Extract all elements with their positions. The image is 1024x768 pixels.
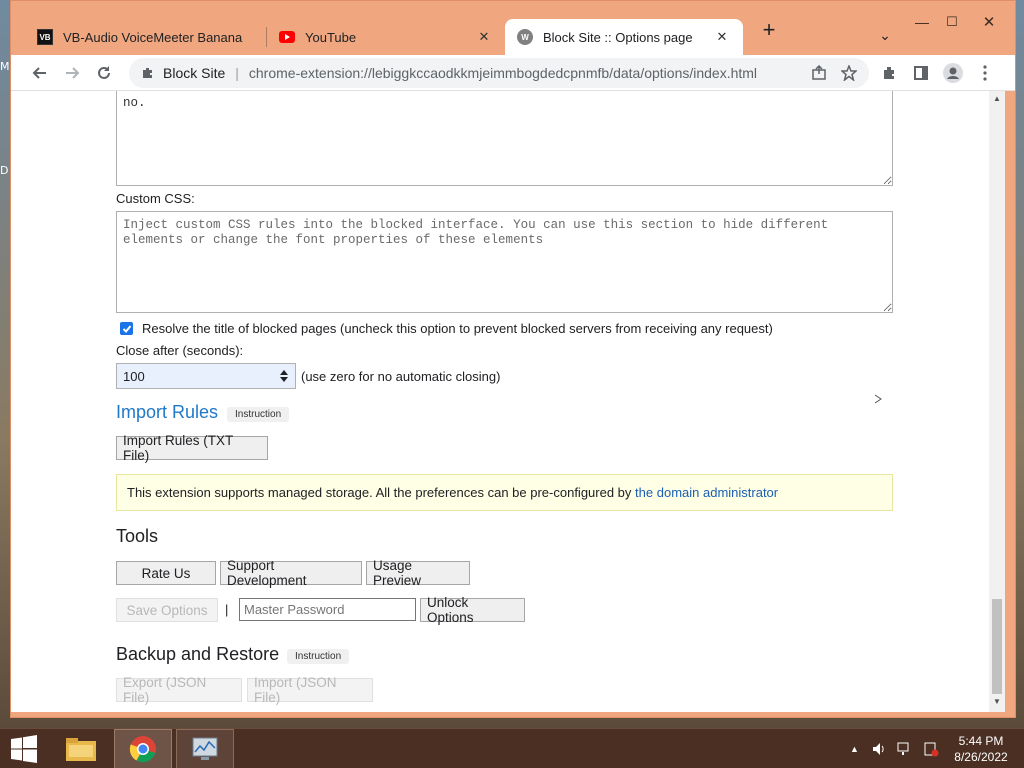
resize-cursor-icon — [874, 394, 882, 404]
tab-block-site[interactable]: W Block Site :: Options page ✕ — [505, 19, 743, 55]
checkmark-icon — [122, 324, 131, 333]
new-tab-button[interactable]: + — [757, 19, 781, 43]
notice-text: This extension supports managed storage.… — [127, 485, 632, 500]
page-viewport: Custom CSS: Resolve the title of blocked… — [11, 91, 989, 712]
back-button[interactable] — [28, 61, 52, 85]
resolve-title-label: Resolve the title of blocked pages (unch… — [142, 321, 773, 336]
avatar-icon — [943, 63, 963, 83]
kebab-menu-icon — [983, 65, 987, 81]
options-separator: | — [225, 602, 229, 617]
bookmark-button[interactable] — [837, 61, 861, 85]
usage-preview-button[interactable]: Usage Preview — [366, 558, 470, 588]
taskbar-file-explorer[interactable] — [52, 729, 110, 768]
import-json-button[interactable]: Import (JSON File) — [247, 675, 373, 705]
scroll-up-icon[interactable]: ▲ — [992, 94, 1002, 104]
action-center-icon — [924, 742, 939, 757]
tab-strip: VB VB-Audio VoiceMeeter Banana YouTube ✕… — [11, 19, 1015, 55]
youtube-icon — [279, 29, 295, 45]
tab-youtube[interactable]: YouTube ✕ — [267, 19, 505, 55]
taskbar-monitor-app[interactable] — [176, 729, 234, 768]
windows-logo-icon — [11, 735, 37, 763]
extensions-button[interactable] — [877, 61, 901, 85]
resolve-title-checkbox[interactable] — [120, 322, 133, 335]
system-tray: ▲ — [850, 729, 951, 768]
close-tab-icon[interactable]: ✕ — [713, 29, 731, 45]
tab-label: Block Site :: Options page — [543, 29, 693, 45]
star-icon — [841, 65, 857, 81]
side-panel-icon — [914, 66, 928, 80]
back-arrow-icon — [32, 67, 46, 79]
clock-time: 5:44 PM — [958, 734, 1004, 748]
address-bar[interactable]: Block Site | chrome-extension://lebiggkc… — [129, 58, 869, 88]
puzzle-icon — [143, 68, 152, 78]
tab-label: VB-Audio VoiceMeeter Banana — [63, 29, 243, 45]
master-password-input[interactable] — [239, 598, 416, 621]
close-after-value: 100 — [123, 368, 145, 384]
clock[interactable]: 5:44 PM 8/26/2022 — [946, 733, 1016, 765]
site-name: Block Site — [163, 65, 226, 81]
custom-css-label: Custom CSS: — [116, 191, 195, 206]
network-icon — [897, 742, 909, 755]
domain-admin-link[interactable]: the domain administrator — [635, 485, 778, 500]
desktop-edge-letter: M — [0, 60, 10, 73]
browser-window: — ☐ ✕ VB VB-Audio VoiceMeeter Banana You… — [10, 0, 1016, 718]
unlock-options-button[interactable]: Unlock Options — [420, 595, 525, 625]
extensions-icon — [884, 67, 894, 79]
close-after-hint: (use zero for no automatic closing) — [301, 369, 501, 384]
side-panel-button[interactable] — [909, 61, 933, 85]
instruction-badge[interactable]: Instruction — [227, 407, 290, 422]
vb-audio-icon: VB — [37, 29, 53, 45]
tray-overflow-icon[interactable]: ▲ — [850, 744, 859, 754]
close-tab-icon[interactable]: ✕ — [475, 29, 493, 45]
rate-us-button[interactable]: Rate Us — [116, 561, 216, 585]
block-site-icon: W — [517, 29, 533, 45]
start-button[interactable] — [0, 729, 48, 768]
tab-label: YouTube — [305, 29, 357, 45]
instruction-badge[interactable]: Instruction — [287, 649, 350, 664]
resource-monitor-icon — [192, 737, 218, 760]
share-icon — [812, 65, 826, 80]
page-scrollbar[interactable]: ▲ ▼ — [989, 91, 1005, 712]
taskbar-chrome[interactable] — [114, 729, 172, 768]
share-button[interactable] — [807, 61, 831, 85]
export-json-button[interactable]: Export (JSON File) — [116, 675, 242, 705]
tools-heading: Tools — [116, 526, 159, 546]
address-separator: | — [235, 65, 239, 81]
reload-icon — [98, 66, 110, 79]
managed-storage-notice: This extension supports managed storage.… — [116, 474, 893, 511]
chrome-icon — [129, 736, 156, 763]
browser-toolbar: Block Site | chrome-extension://lebiggkc… — [11, 55, 1015, 91]
url-text: chrome-extension://lebiggkccaodkkmjeimmb… — [248, 65, 758, 81]
folder-icon — [66, 738, 96, 761]
forward-button[interactable] — [60, 61, 84, 85]
tab-search-button[interactable]: ⌄ — [875, 27, 895, 47]
spinner-arrows-icon — [280, 370, 288, 382]
save-options-button[interactable]: Save Options — [116, 598, 218, 622]
volume-icon — [872, 743, 884, 755]
backup-restore-heading: Backup and Restore — [116, 644, 280, 664]
tab-voicemeeter[interactable]: VB VB-Audio VoiceMeeter Banana — [25, 19, 261, 55]
import-rules-heading: Import Rules — [116, 402, 219, 422]
custom-css-textarea[interactable] — [116, 211, 893, 313]
clock-date: 8/26/2022 — [954, 750, 1008, 764]
taskbar: ▲ 5:44 PM 8/26/2022 — [0, 728, 1024, 768]
rules-textarea[interactable] — [116, 91, 893, 186]
scroll-down-icon[interactable]: ▼ — [992, 697, 1002, 707]
desktop-edge-letter: D — [0, 164, 9, 177]
menu-button[interactable] — [973, 61, 997, 85]
close-after-input[interactable]: 100 — [116, 363, 296, 389]
scroll-thumb[interactable] — [992, 599, 1002, 694]
profile-button[interactable] — [941, 61, 965, 85]
support-development-button[interactable]: Support Development — [220, 558, 362, 588]
import-rules-button[interactable]: Import Rules (TXT File) — [116, 433, 268, 463]
reload-button[interactable] — [92, 61, 116, 85]
close-after-label: Close after (seconds): — [116, 343, 244, 358]
forward-arrow-icon — [66, 67, 80, 79]
